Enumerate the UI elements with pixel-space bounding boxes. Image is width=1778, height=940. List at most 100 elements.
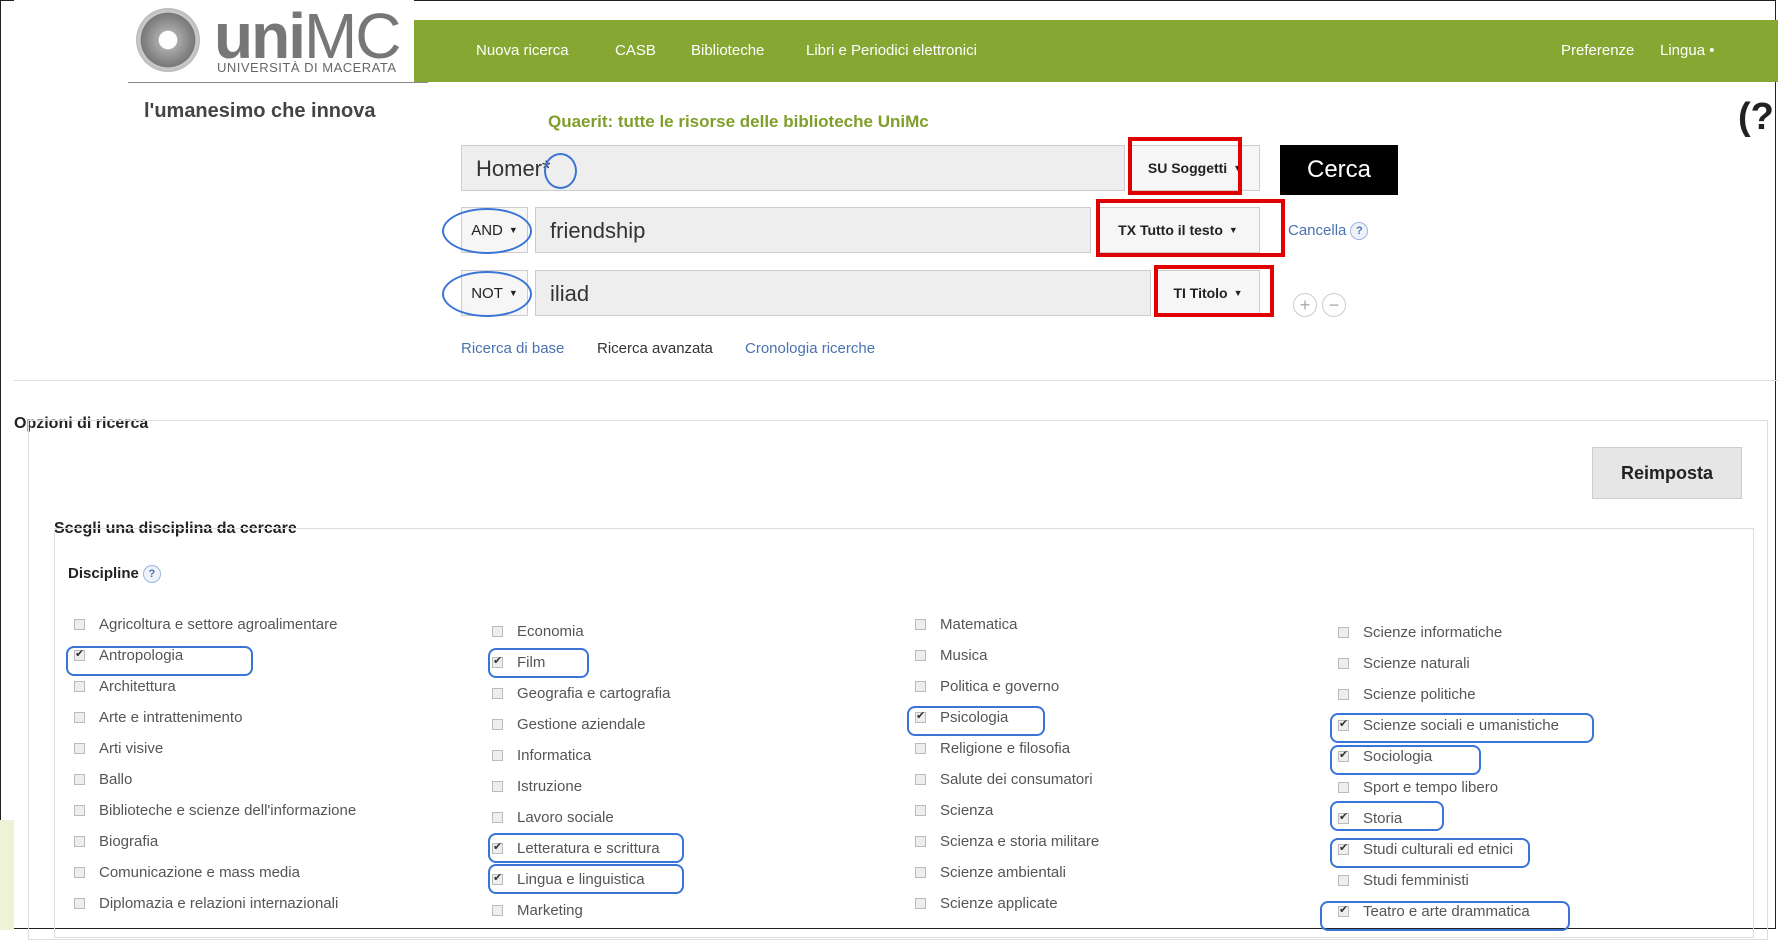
discipline-checkbox[interactable] — [74, 619, 85, 630]
annotation-blue-box — [488, 864, 684, 894]
discipline-option-label: Lavoro sociale — [517, 809, 614, 826]
discipline-checkbox[interactable] — [915, 805, 926, 816]
discipline-option[interactable]: Architettura — [74, 678, 176, 695]
discipline-option-label: Biblioteche e scienze dell'informazione — [99, 802, 357, 819]
link-advanced-search[interactable]: Ricerca avanzata — [597, 340, 713, 357]
help-icon[interactable]: ? — [142, 565, 161, 583]
discipline-checkbox[interactable] — [915, 836, 926, 847]
discipline-option[interactable]: Economia — [492, 623, 584, 640]
discipline-checkbox[interactable] — [492, 626, 503, 637]
discipline-checkbox[interactable] — [74, 836, 85, 847]
nav-libri-periodici[interactable]: Libri e Periodici elettronici — [806, 42, 977, 59]
discipline-label: Discipline? — [68, 565, 161, 583]
discipline-checkbox[interactable] — [915, 743, 926, 754]
discipline-option[interactable]: Scienze applicate — [915, 895, 1058, 912]
discipline-checkbox[interactable] — [492, 812, 503, 823]
remove-row-icon[interactable]: − — [1322, 293, 1346, 317]
discipline-option-label: Studi femministi — [1363, 872, 1469, 889]
discipline-option[interactable]: Scienze ambientali — [915, 864, 1066, 881]
annotation-red-box — [1096, 199, 1285, 257]
discipline-option[interactable]: Diplomazia e relazioni internazionali — [74, 895, 338, 912]
discipline-checkbox[interactable] — [492, 719, 503, 730]
discipline-checkbox[interactable] — [1338, 875, 1349, 886]
nav-casb[interactable]: CASB — [615, 42, 656, 59]
discipline-option[interactable]: Geografia e cartografia — [492, 685, 670, 702]
discipline-option[interactable]: Biblioteche e scienze dell'informazione — [74, 802, 356, 819]
link-search-history[interactable]: Cronologia ricerche — [745, 340, 875, 357]
discipline-option-label: Scienze politiche — [1363, 686, 1476, 703]
discipline-checkbox[interactable] — [1338, 627, 1349, 638]
discipline-checkbox[interactable] — [74, 681, 85, 692]
annotation-blue-oval — [442, 271, 532, 317]
annotation-blue-box — [1330, 745, 1481, 775]
discipline-checkbox[interactable] — [1338, 782, 1349, 793]
discipline-checkbox[interactable] — [74, 712, 85, 723]
discipline-option-label: Ballo — [99, 771, 133, 788]
discipline-option[interactable]: Religione e filosofia — [915, 740, 1070, 757]
discipline-option[interactable]: Scienze naturali — [1338, 655, 1470, 672]
discipline-checkbox[interactable] — [74, 898, 85, 909]
discipline-checkbox[interactable] — [915, 681, 926, 692]
brand-logo[interactable]: uniMC — [214, 4, 401, 68]
discipline-option[interactable]: Salute dei consumatori — [915, 771, 1093, 788]
discipline-option[interactable]: Scienze informatiche — [1338, 624, 1502, 641]
nav-biblioteche[interactable]: Biblioteche — [691, 42, 764, 59]
section-divider — [14, 380, 1778, 381]
clear-link[interactable]: Cancella? — [1288, 222, 1369, 240]
discipline-option[interactable]: Comunicazione e mass media — [74, 864, 300, 881]
language-label: Lingua — [1660, 42, 1706, 59]
help-logo-icon[interactable]: (? — [1738, 96, 1774, 139]
discipline-option[interactable]: Gestione aziendale — [492, 716, 645, 733]
discipline-checkbox[interactable] — [915, 619, 926, 630]
discipline-option-label: Agricoltura e settore agroalimentare — [99, 616, 338, 633]
search-input-2[interactable]: friendship — [535, 207, 1091, 253]
discipline-option[interactable]: Informatica — [492, 747, 591, 764]
nav-language[interactable]: Lingua • — [1660, 42, 1714, 59]
discipline-option[interactable]: Scienze politiche — [1338, 686, 1476, 703]
discipline-option[interactable]: Studi femministi — [1338, 872, 1469, 889]
discipline-option-label: Informatica — [517, 747, 592, 764]
discipline-checkbox[interactable] — [915, 867, 926, 878]
discipline-option[interactable]: Istruzione — [492, 778, 582, 795]
add-row-icon[interactable]: + — [1293, 293, 1317, 317]
discipline-option[interactable]: Politica e governo — [915, 678, 1059, 695]
reset-button[interactable]: Reimposta — [1592, 447, 1742, 499]
discipline-checkbox[interactable] — [492, 781, 503, 792]
discipline-checkbox[interactable] — [74, 774, 85, 785]
discipline-option[interactable]: Ballo — [74, 771, 132, 788]
discipline-option[interactable]: Sport e tempo libero — [1338, 779, 1498, 796]
discipline-checkbox[interactable] — [492, 750, 503, 761]
discipline-checkbox[interactable] — [1338, 658, 1349, 669]
discipline-option-label: Comunicazione e mass media — [99, 864, 300, 881]
discipline-option[interactable]: Arti visive — [74, 740, 163, 757]
discipline-option[interactable]: Agricoltura e settore agroalimentare — [74, 616, 337, 633]
discipline-checkbox[interactable] — [74, 867, 85, 878]
discipline-option-label: Matematica — [940, 616, 1018, 633]
discipline-checkbox[interactable] — [492, 688, 503, 699]
discipline-option[interactable]: Biografia — [74, 833, 158, 850]
discipline-option[interactable]: Scienza e storia militare — [915, 833, 1099, 850]
discipline-checkbox[interactable] — [915, 898, 926, 909]
discipline-checkbox[interactable] — [915, 774, 926, 785]
discipline-checkbox[interactable] — [492, 905, 503, 916]
discipline-option[interactable]: Marketing — [492, 902, 583, 919]
discipline-option[interactable]: Matematica — [915, 616, 1018, 633]
link-basic-search[interactable]: Ricerca di base — [461, 340, 564, 357]
nav-nuova-ricerca[interactable]: Nuova ricerca — [476, 42, 569, 59]
help-icon[interactable]: ? — [1350, 222, 1369, 240]
search-input-3[interactable]: iliad — [535, 270, 1151, 316]
discipline-option[interactable]: Musica — [915, 647, 988, 664]
nav-preferences[interactable]: Preferenze — [1561, 42, 1634, 59]
discipline-option-label: Gestione aziendale — [517, 716, 646, 733]
discipline-checkbox[interactable] — [74, 805, 85, 816]
discipline-checkbox[interactable] — [915, 650, 926, 661]
discipline-checkbox[interactable] — [74, 743, 85, 754]
discipline-option-label: Arte e intrattenimento — [99, 709, 243, 726]
discipline-option-label: Scienza — [940, 802, 994, 819]
search-button[interactable]: Cerca — [1280, 145, 1398, 195]
discipline-option[interactable]: Lavoro sociale — [492, 809, 614, 826]
discipline-option-label: Architettura — [99, 678, 176, 695]
discipline-option[interactable]: Scienza — [915, 802, 993, 819]
discipline-option[interactable]: Arte e intrattenimento — [74, 709, 242, 726]
discipline-checkbox[interactable] — [1338, 689, 1349, 700]
